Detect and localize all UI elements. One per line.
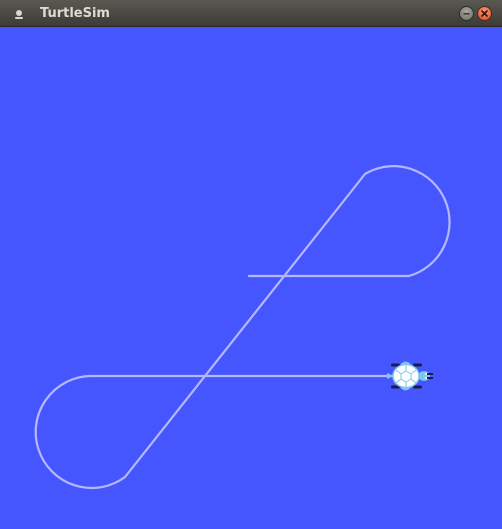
minimize-button[interactable]: [459, 6, 474, 21]
turtle-app-icon: [12, 7, 26, 21]
turtle-icon: [387, 361, 433, 391]
pen-trail: [34, 165, 451, 490]
window-title: TurtleSim: [40, 6, 110, 21]
turtlesim-window: TurtleSim: [0, 0, 502, 529]
close-icon: [481, 10, 488, 17]
close-button[interactable]: [477, 6, 492, 21]
title-bar[interactable]: TurtleSim: [0, 0, 502, 27]
minimize-icon: [463, 13, 470, 15]
turtle-canvas: [0, 27, 502, 529]
